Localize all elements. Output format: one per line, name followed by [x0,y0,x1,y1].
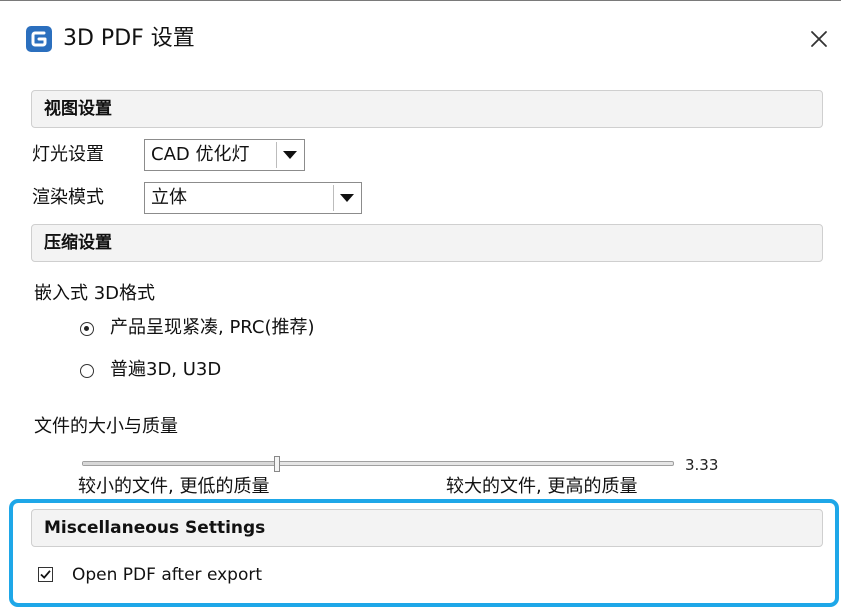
slider-max-caption: 较大的文件, 更高的质量 [446,476,638,497]
radio-prc-label[interactable]: 产品呈现紧凑, PRC(推荐) [110,315,315,341]
slider-value-readout: 3.33 [685,456,719,474]
radio-prc[interactable] [80,322,94,336]
embedded-format-label: 嵌入式 3D格式 [34,283,156,304]
window-title: 3D PDF 设置 [63,26,195,51]
chevron-down-icon[interactable] [333,185,359,211]
radio-u3d-label[interactable]: 普遍3D, U3D [110,357,221,383]
slider-min-caption: 较小的文件, 更低的质量 [78,476,270,497]
render-mode-label: 渲染模式 [32,187,104,208]
render-mode-select-value: 立体 [151,187,187,208]
size-quality-slider-thumb[interactable] [274,456,281,472]
chevron-down-icon[interactable] [276,142,302,168]
app-logo-icon [26,26,52,52]
view-settings-header: 视图设置 [31,90,823,128]
size-quality-slider-fill [83,462,277,465]
size-quality-label: 文件的大小与质量 [34,416,178,437]
highlight-frame [9,499,839,607]
size-quality-slider-track[interactable] [82,461,674,466]
lighting-select[interactable]: CAD 优化灯 [144,139,305,171]
lighting-select-value: CAD 优化灯 [151,144,250,165]
render-mode-select[interactable]: 立体 [144,182,362,214]
compression-settings-header: 压缩设置 [31,224,823,262]
lighting-label: 灯光设置 [32,144,104,165]
radio-u3d[interactable] [80,364,94,378]
title-bar: 3D PDF 设置 [0,0,841,76]
compression-settings-title: 压缩设置 [44,233,112,253]
close-icon[interactable] [806,26,832,52]
view-settings-title: 视图设置 [44,99,112,119]
settings-dialog: 3D PDF 设置 视图设置 灯光设置 CAD 优化灯 渲染模式 立体 压缩设置… [0,0,841,612]
